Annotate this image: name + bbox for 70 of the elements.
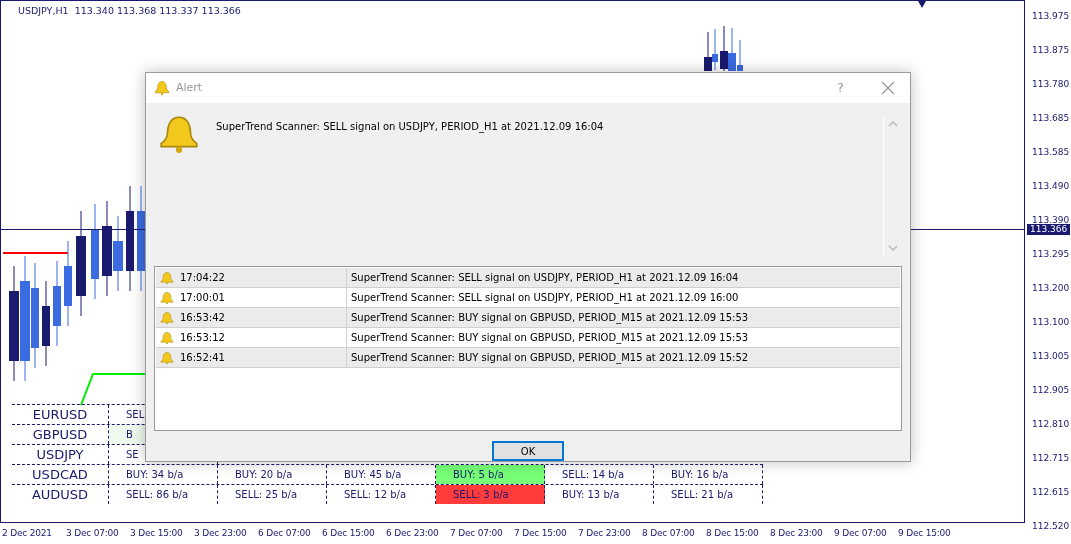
time-tick: 8 Dec 23:00 bbox=[770, 527, 824, 540]
signal-cell: SELL: 3 b/a bbox=[436, 485, 545, 504]
time-tick: 6 Dec 15:00 bbox=[322, 527, 376, 540]
log-message: SuperTrend Scanner: BUY signal on GBPUSD, PERIOD_M15 at 2021.12.09 15:52 bbox=[350, 351, 749, 366]
price-tick: 113.975 bbox=[1031, 11, 1071, 21]
signal-cell: BUY: 16 b/a bbox=[654, 465, 763, 484]
price-tick: 113.875 bbox=[1031, 45, 1071, 55]
log-time: 16:52:41 bbox=[180, 352, 225, 364]
alert-message: SuperTrend Scanner: SELL signal on USDJPY, PERIOD_H1 at 2021.12.09 16:04 bbox=[215, 119, 605, 135]
bell-icon bbox=[160, 330, 174, 345]
price-tick: 113.585 bbox=[1031, 147, 1071, 157]
time-tick: 7 Dec 15:00 bbox=[514, 527, 568, 540]
symbol-label: AUDUSD bbox=[12, 485, 109, 504]
price-tick: 113.490 bbox=[1031, 181, 1071, 191]
trend-line bbox=[80, 373, 146, 406]
time-tick: 2 Dec 2021 bbox=[2, 527, 53, 540]
price-tick: 113.005 bbox=[1031, 351, 1071, 361]
signal-cell: SELL: 21 b/a bbox=[654, 485, 763, 504]
ok-button[interactable]: OK bbox=[492, 441, 564, 461]
time-tick: 8 Dec 07:00 bbox=[642, 527, 696, 540]
bell-icon bbox=[160, 290, 174, 305]
time-tick: 9 Dec 07:00 bbox=[834, 527, 888, 540]
dialog-title: Alert bbox=[176, 81, 204, 95]
log-time: 17:04:22 bbox=[180, 272, 225, 284]
price-tick: 112.520 bbox=[1031, 521, 1071, 531]
scroll-down-icon[interactable] bbox=[888, 244, 898, 251]
log-message: SuperTrend Scanner: BUY signal on GBPUSD, PERIOD_M15 at 2021.12.09 15:53 bbox=[350, 331, 749, 346]
price-tick: 112.715 bbox=[1031, 453, 1071, 463]
current-price-label: 113.366 bbox=[1027, 224, 1071, 235]
time-tick: 3 Dec 15:00 bbox=[130, 527, 184, 540]
price-tick: 112.810 bbox=[1031, 419, 1071, 429]
signal-cell: SELL: 25 b/a bbox=[218, 485, 327, 504]
signal-cell: SELL: 86 b/a bbox=[109, 485, 218, 504]
price-tick: 113.685 bbox=[1031, 113, 1071, 123]
symbol-label: USDCAD bbox=[12, 465, 109, 484]
price-tick: 112.615 bbox=[1031, 487, 1071, 497]
signal-cell: BUY: 34 b/a bbox=[109, 465, 218, 484]
price-tick: 113.780 bbox=[1031, 79, 1071, 89]
price-tick: 113.295 bbox=[1031, 249, 1071, 259]
chart-header: USDJPY,H1 113.340 113.368 113.337 113.366 bbox=[18, 5, 241, 16]
log-time: 16:53:42 bbox=[180, 312, 225, 324]
bell-icon bbox=[154, 79, 170, 96]
time-tick: 9 Dec 15:00 bbox=[898, 527, 952, 540]
scroll-up-icon[interactable] bbox=[888, 120, 898, 127]
trend-line bbox=[2, 252, 69, 254]
price-tick: 113.390 bbox=[1031, 215, 1071, 225]
bell-icon bbox=[160, 350, 174, 365]
log-time: 17:00:01 bbox=[180, 292, 225, 304]
time-tick: 6 Dec 07:00 bbox=[258, 527, 312, 540]
bell-icon bbox=[160, 310, 174, 325]
signal-cell: BUY: 20 b/a bbox=[218, 465, 327, 484]
signal-cell: SELL: 14 b/a bbox=[545, 465, 654, 484]
log-message: SuperTrend Scanner: SELL signal on USDJPY, PERIOD_H1 at 2021.12.09 16:04 bbox=[350, 271, 739, 286]
time-tick: 3 Dec 23:00 bbox=[194, 527, 248, 540]
symbol-label: EURUSD bbox=[12, 405, 109, 424]
time-tick: 6 Dec 23:00 bbox=[386, 527, 440, 540]
price-tick: 113.100 bbox=[1031, 317, 1071, 327]
price-tick: 112.905 bbox=[1031, 385, 1071, 395]
symbol-label: USDJPY bbox=[12, 445, 109, 464]
time-tick: 7 Dec 07:00 bbox=[450, 527, 504, 540]
signal-cell: BUY: 5 b/a bbox=[436, 465, 545, 484]
price-tick: 113.200 bbox=[1031, 283, 1071, 293]
time-tick: 7 Dec 23:00 bbox=[578, 527, 632, 540]
log-time: 16:53:12 bbox=[180, 332, 225, 344]
log-message: SuperTrend Scanner: SELL signal on USDJPY, PERIOD_H1 at 2021.12.09 16:00 bbox=[350, 291, 739, 306]
bell-icon bbox=[160, 270, 174, 285]
signal-cell: BUY: 13 b/a bbox=[545, 485, 654, 504]
time-tick: 8 Dec 15:00 bbox=[706, 527, 760, 540]
time-tick: 3 Dec 07:00 bbox=[66, 527, 120, 540]
log-message: SuperTrend Scanner: BUY signal on GBPUSD, PERIOD_M15 at 2021.12.09 15:53 bbox=[350, 311, 749, 326]
